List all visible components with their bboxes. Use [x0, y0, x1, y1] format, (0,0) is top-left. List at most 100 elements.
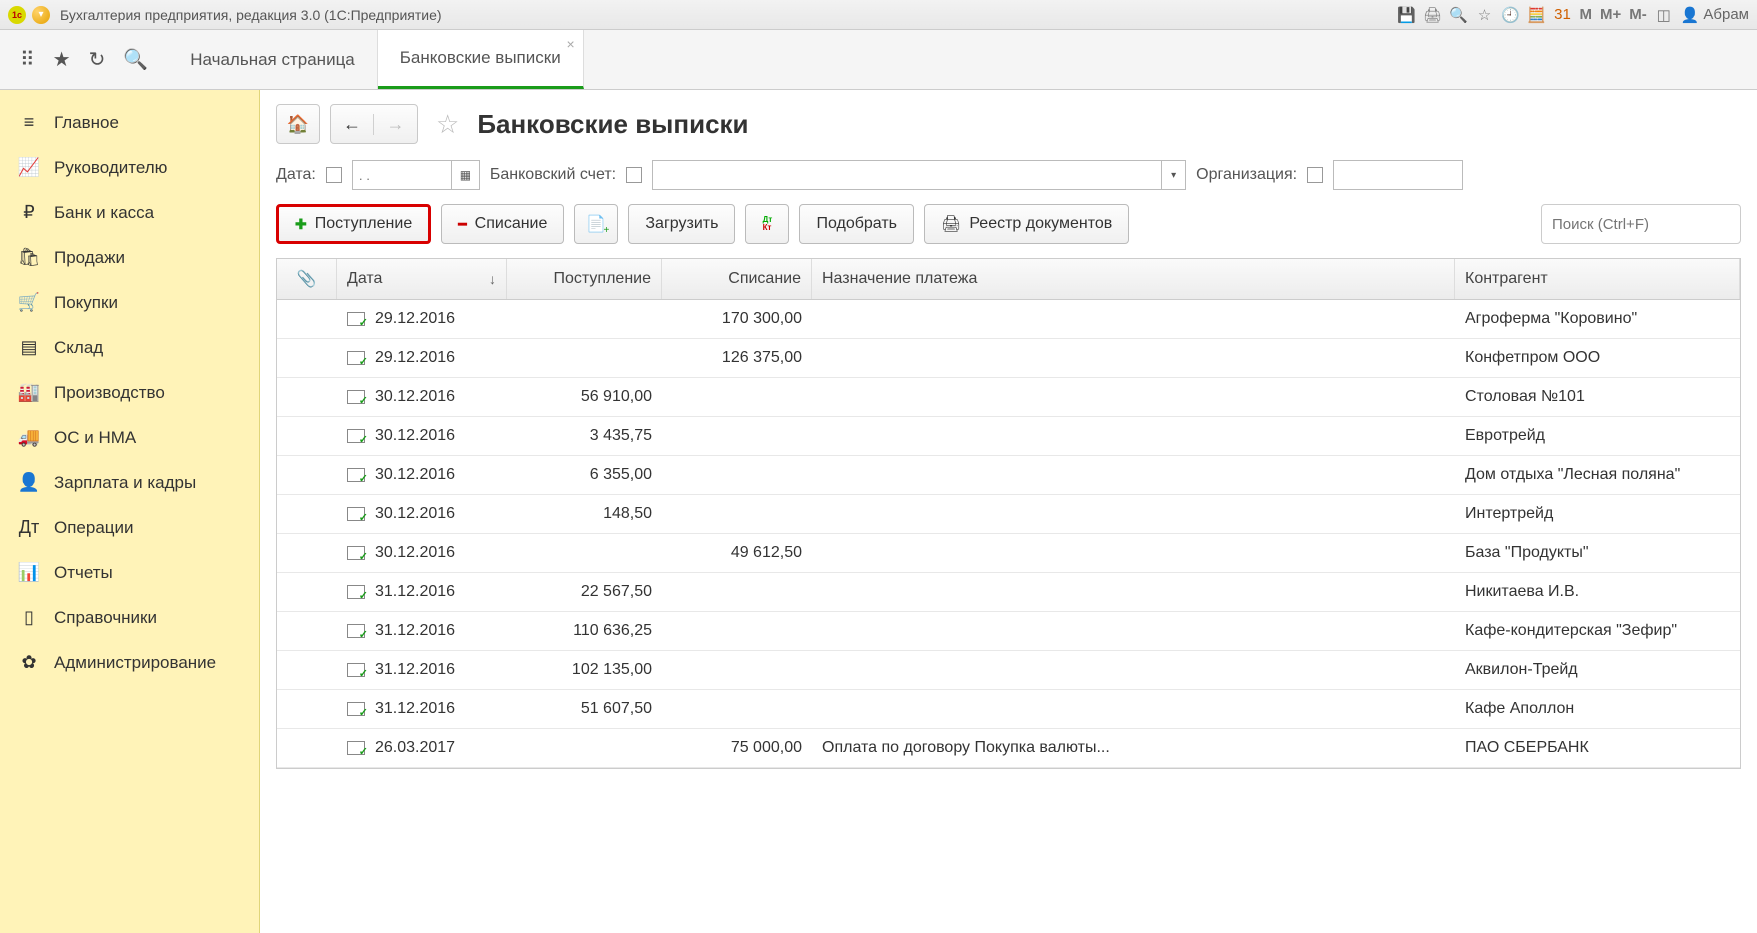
sidebar-item-label: Покупки: [54, 293, 118, 313]
registry-button[interactable]: 🖨 Реестр документов: [924, 204, 1129, 244]
cell-counterparty: Кафе-кондитерская "Зефир": [1455, 622, 1740, 640]
col-attachment[interactable]: 📎: [277, 259, 337, 299]
sidebar-item-1[interactable]: 📈Руководителю: [0, 145, 259, 190]
cell-date: 30.12.2016: [337, 388, 507, 406]
table-row[interactable]: 31.12.2016110 636,25Кафе-кондитерская "З…: [277, 612, 1740, 651]
account-dropdown-icon[interactable]: ▾: [1162, 160, 1186, 190]
date-checkbox[interactable]: [326, 167, 342, 183]
sidebar-icon: 🛒: [18, 292, 40, 313]
sidebar-icon: ≡: [18, 112, 40, 133]
account-checkbox[interactable]: [626, 167, 642, 183]
sidebar-icon: 🛍: [18, 247, 40, 268]
col-receipt[interactable]: Поступление: [507, 259, 662, 299]
sidebar-icon: ▯: [18, 607, 40, 628]
sidebar-icon: 🏭: [18, 382, 40, 403]
star-icon[interactable]: ★: [53, 47, 71, 72]
calculator-icon[interactable]: 🧮: [1527, 6, 1545, 24]
favorite-star-icon[interactable]: ☆: [1475, 6, 1493, 24]
table-row[interactable]: 31.12.201622 567,50Никитаева И.В.: [277, 573, 1740, 612]
home-button[interactable]: 🏠: [276, 104, 320, 144]
sidebar-item-label: Склад: [54, 338, 103, 358]
table-row[interactable]: 31.12.2016102 135,00Аквилон-Трейд: [277, 651, 1740, 690]
org-checkbox[interactable]: [1307, 167, 1323, 183]
sidebar-item-12[interactable]: ✿Администрирование: [0, 640, 259, 685]
cell-writeoff: 49 612,50: [662, 544, 812, 562]
save-icon[interactable]: 💾: [1397, 6, 1415, 24]
table-row[interactable]: 30.12.20166 355,00Дом отдыха "Лесная пол…: [277, 456, 1740, 495]
print-icon[interactable]: 🖨: [1423, 6, 1441, 24]
history-icon[interactable]: 🕘: [1501, 6, 1519, 24]
search-input[interactable]: [1541, 204, 1741, 244]
dtkt-button[interactable]: ДтКт: [745, 204, 789, 244]
pick-label: Подобрать: [816, 215, 897, 233]
expand-icon[interactable]: ▾: [32, 6, 50, 24]
history-nav-icon[interactable]: ↻: [89, 47, 106, 72]
cell-counterparty: Столовая №101: [1455, 388, 1740, 406]
cell-receipt: 3 435,75: [507, 427, 662, 445]
calendar-icon[interactable]: 31: [1553, 6, 1571, 23]
app-title: Бухгалтерия предприятия, редакция 3.0 (1…: [60, 7, 442, 23]
content-header: 🏠 ← → ☆ Банковские выписки: [276, 104, 1741, 144]
cell-writeoff: 126 375,00: [662, 349, 812, 367]
sidebar-item-7[interactable]: 🚚ОС и НМА: [0, 415, 259, 460]
document-posted-icon: [347, 312, 365, 326]
cell-date: 30.12.2016: [337, 466, 507, 484]
sidebar-item-9[interactable]: ДтОперации: [0, 505, 259, 550]
cell-receipt: 110 636,25: [507, 622, 662, 640]
load-label: Загрузить: [645, 215, 718, 233]
create-based-on-button[interactable]: 📄+: [574, 204, 618, 244]
sort-asc-icon: ↓: [489, 271, 496, 287]
table-row[interactable]: 31.12.201651 607,50Кафе Аполлон: [277, 690, 1740, 729]
sidebar-item-10[interactable]: 📊Отчеты: [0, 550, 259, 595]
sidebar-item-4[interactable]: 🛒 Покупки: [0, 280, 259, 325]
table-row[interactable]: 30.12.2016148,50Интертрейд: [277, 495, 1740, 534]
sidebar-item-8[interactable]: 👤Зарплата и кадры: [0, 460, 259, 505]
col-writeoff[interactable]: Списание: [662, 259, 812, 299]
table-row[interactable]: 30.12.201656 910,00Столовая №101: [277, 378, 1740, 417]
table-row[interactable]: 26.03.201775 000,00Оплата по договору По…: [277, 729, 1740, 768]
sidebar-item-0[interactable]: ≡Главное: [0, 100, 259, 145]
favorite-page-icon[interactable]: ☆: [436, 109, 459, 140]
writeoff-button[interactable]: ━ Списание: [441, 204, 564, 244]
search-global-icon[interactable]: 🔍: [123, 47, 148, 72]
table-row[interactable]: 30.12.201649 612,50База "Продукты": [277, 534, 1740, 573]
user-menu[interactable]: 👤 Абрам: [1681, 6, 1749, 24]
filters: Дата: ▦ Банковский счет: ▾ Организация:: [276, 160, 1741, 190]
cell-writeoff: 170 300,00: [662, 310, 812, 328]
pick-button[interactable]: Подобрать: [799, 204, 914, 244]
document-posted-icon: [347, 624, 365, 638]
sidebar-item-2[interactable]: ₽Банк и касса: [0, 190, 259, 235]
minus-icon: ━: [458, 216, 466, 233]
nav-back-forward: ← →: [330, 104, 418, 144]
load-button[interactable]: Загрузить: [628, 204, 735, 244]
document-posted-icon: [347, 507, 365, 521]
forward-button[interactable]: →: [374, 114, 417, 135]
account-input[interactable]: [652, 160, 1162, 190]
sidebar-item-5[interactable]: ▤Склад: [0, 325, 259, 370]
sidebar-item-11[interactable]: ▯Справочники: [0, 595, 259, 640]
tab-bank-statements[interactable]: Банковские выписки ×: [378, 30, 584, 89]
memory-mplus-button[interactable]: M+: [1600, 6, 1621, 23]
cell-counterparty: ПАО СБЕРБАНК: [1455, 739, 1740, 757]
date-input[interactable]: [352, 160, 452, 190]
apps-grid-icon[interactable]: ⠿: [20, 47, 35, 72]
panels-icon[interactable]: ◫: [1655, 6, 1673, 24]
close-icon[interactable]: ×: [567, 36, 575, 52]
table-row[interactable]: 29.12.2016126 375,00Конфетпром ООО: [277, 339, 1740, 378]
table-row[interactable]: 30.12.20163 435,75Евротрейд: [277, 417, 1740, 456]
sidebar-item-6[interactable]: 🏭Производство: [0, 370, 259, 415]
back-button[interactable]: ←: [331, 114, 374, 135]
memory-m-button[interactable]: M: [1579, 6, 1592, 23]
memory-mminus-button[interactable]: M-: [1629, 6, 1647, 23]
search-icon[interactable]: 🔍: [1449, 6, 1467, 24]
col-date[interactable]: Дата ↓: [337, 259, 507, 299]
receipt-button[interactable]: ✚ Поступление: [276, 204, 431, 244]
col-counterparty[interactable]: Контрагент: [1455, 259, 1740, 299]
tab-home[interactable]: Начальная страница: [168, 30, 378, 89]
calendar-picker-icon[interactable]: ▦: [452, 160, 480, 190]
sidebar-item-3[interactable]: 🛍Продажи: [0, 235, 259, 280]
cell-counterparty: Конфетпром ООО: [1455, 349, 1740, 367]
org-input[interactable]: [1333, 160, 1463, 190]
col-purpose[interactable]: Назначение платежа: [812, 259, 1455, 299]
table-row[interactable]: 29.12.2016170 300,00Агроферма "Коровино": [277, 300, 1740, 339]
